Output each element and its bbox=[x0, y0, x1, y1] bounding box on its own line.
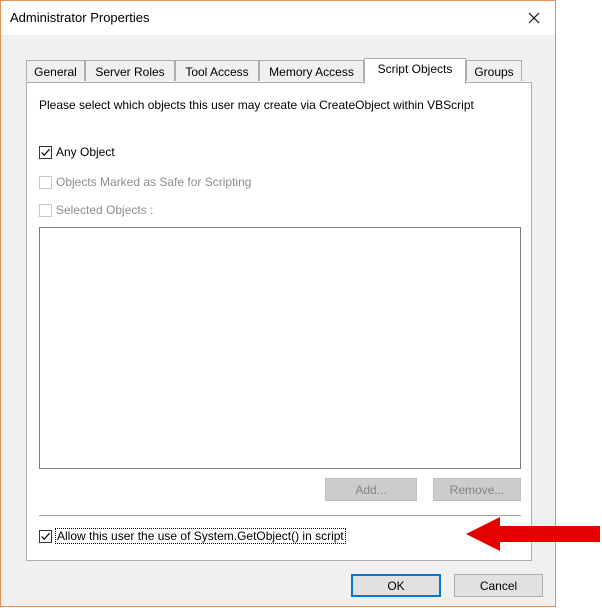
any-object-label: Any Object bbox=[56, 145, 115, 159]
selected-objects-checkbox[interactable]: Selected Objects : bbox=[39, 203, 153, 217]
title-bar: Administrator Properties bbox=[1, 1, 555, 35]
safe-objects-label: Objects Marked as Safe for Scripting bbox=[56, 175, 252, 189]
close-button[interactable] bbox=[519, 4, 549, 32]
selected-objects-label: Selected Objects : bbox=[56, 203, 154, 217]
checkbox-box bbox=[39, 529, 52, 543]
safe-objects-checkbox[interactable]: Objects Marked as Safe for Scripting bbox=[39, 175, 251, 189]
checkbox-box bbox=[39, 175, 52, 189]
script-objects-panel: Please select which objects this user ma… bbox=[26, 82, 532, 561]
tab-memory-access[interactable]: Memory Access bbox=[259, 60, 364, 81]
allow-getobject-label: Allow this user the use of System.GetObj… bbox=[55, 528, 346, 544]
tab-general[interactable]: General bbox=[26, 60, 85, 81]
checkbox-box bbox=[39, 145, 52, 159]
close-icon bbox=[528, 12, 540, 24]
properties-dialog: Administrator Properties General Server … bbox=[0, 0, 556, 607]
checkbox-box bbox=[39, 203, 52, 217]
checkmark-icon bbox=[41, 148, 50, 156]
cancel-button[interactable]: Cancel bbox=[454, 574, 543, 597]
tab-server-roles[interactable]: Server Roles bbox=[85, 60, 175, 81]
tab-tool-access[interactable]: Tool Access bbox=[175, 60, 259, 81]
allow-getobject-checkbox[interactable]: Allow this user the use of System.GetObj… bbox=[39, 528, 346, 544]
window-title: Administrator Properties bbox=[10, 10, 150, 25]
add-button[interactable]: Add... bbox=[325, 478, 417, 501]
remove-button[interactable]: Remove... bbox=[433, 478, 521, 501]
objects-listbox[interactable] bbox=[39, 227, 521, 469]
annotation-arrow-icon bbox=[466, 517, 600, 551]
tab-groups[interactable]: Groups bbox=[466, 60, 522, 81]
ok-button[interactable]: OK bbox=[351, 574, 441, 597]
separator bbox=[39, 515, 521, 516]
description-text: Please select which objects this user ma… bbox=[39, 98, 474, 112]
checkmark-icon bbox=[41, 532, 50, 540]
any-object-checkbox[interactable]: Any Object bbox=[39, 145, 115, 159]
tab-script-objects[interactable]: Script Objects bbox=[364, 58, 466, 84]
